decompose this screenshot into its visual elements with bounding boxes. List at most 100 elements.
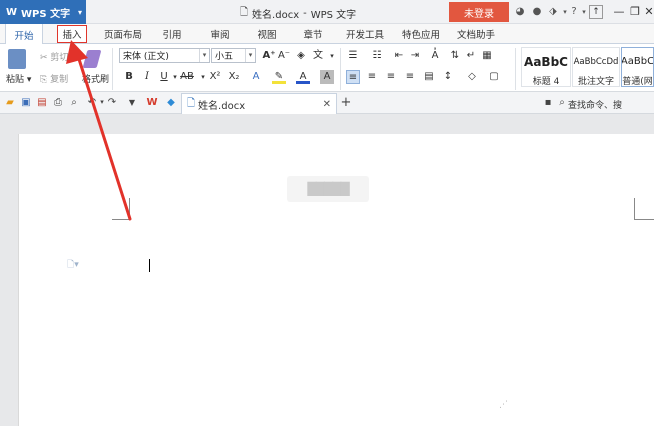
bullet-list-button[interactable]: ☰: [346, 49, 360, 63]
line-spacing-button[interactable]: ↕: [441, 70, 455, 84]
wps-home-icon[interactable]: W: [146, 96, 158, 109]
wps-logo-icon: W: [6, 6, 18, 18]
tab-page-layout[interactable]: 页面布局: [98, 24, 148, 44]
sort-button[interactable]: ⇅: [448, 49, 462, 63]
copy-button[interactable]: ⎘ 复制: [40, 72, 68, 85]
style-name: 批注文字: [577, 77, 614, 87]
decrease-indent-button[interactable]: ⇤: [392, 49, 406, 63]
bold-button[interactable]: B: [122, 70, 136, 84]
font-color-button[interactable]: A: [296, 70, 310, 84]
tab-references[interactable]: 引用: [157, 24, 187, 44]
skin-icon[interactable]: ◕: [514, 6, 526, 18]
chinese-layout-button[interactable]: A̓: [428, 49, 442, 63]
document-icon: 🗋: [240, 7, 249, 18]
distribute-button[interactable]: ▤: [422, 70, 436, 84]
tab-view[interactable]: 视图: [252, 24, 282, 44]
increase-indent-button[interactable]: ⇥: [408, 49, 422, 63]
style-heading4[interactable]: AaBbC 标题 4: [521, 47, 571, 87]
app-name: WPS 文字: [21, 8, 71, 20]
share-icon[interactable]: ⬗: [547, 6, 559, 18]
font-name-select[interactable]: 宋体 (正文) ▾: [119, 48, 210, 63]
format-painter-button[interactable]: 格式刷: [82, 72, 109, 85]
tab-insert[interactable]: 插入: [57, 25, 87, 43]
print-preview-icon[interactable]: ⌕: [68, 96, 80, 109]
strikethrough-button[interactable]: AB: [179, 70, 195, 84]
chevron-down-icon: ▾: [245, 49, 255, 62]
style-sample: AaBbCcDd: [573, 57, 619, 67]
tab-review[interactable]: 审阅: [205, 24, 235, 44]
char-shading-button[interactable]: A: [320, 70, 334, 84]
border-button[interactable]: ▢: [487, 70, 501, 84]
numbered-list-button[interactable]: ☷: [370, 49, 384, 63]
tab-home[interactable]: 开始: [5, 24, 43, 45]
window-title: 🗋 姓名.docx - WPS 文字: [240, 5, 356, 22]
tab-special-apps[interactable]: 特色应用: [396, 24, 446, 44]
app-menu-button[interactable]: W WPS 文字 ▾: [0, 0, 86, 24]
print-icon[interactable]: ⎙: [52, 96, 64, 109]
italic-button[interactable]: I: [140, 70, 154, 84]
grow-font-button[interactable]: A⁺: [262, 49, 276, 63]
style-sample: AaBbC: [524, 55, 568, 69]
close-button[interactable]: ✕: [640, 3, 654, 21]
group-divider: [112, 48, 113, 90]
tab-section[interactable]: 章节: [298, 24, 328, 44]
text-cursor: [149, 259, 150, 272]
highlight-button[interactable]: ✎: [272, 70, 286, 84]
justify-button[interactable]: ≡: [403, 70, 417, 84]
chevron-down-icon: ▾: [199, 49, 209, 62]
settings-icon[interactable]: ●: [531, 6, 543, 18]
phonetic-icon[interactable]: 文: [311, 49, 325, 63]
customize-toolbar-icon[interactable]: ▼: [126, 96, 138, 109]
shrink-font-button[interactable]: A⁻: [277, 49, 291, 63]
text-effect-button[interactable]: A: [249, 70, 263, 84]
subscript-button[interactable]: X₂: [226, 70, 242, 84]
window-title-doc: 姓名.docx: [252, 10, 300, 21]
font-name-value: 宋体 (正文): [123, 52, 169, 62]
clear-format-icon[interactable]: ◈: [294, 49, 308, 63]
pdf-export-icon[interactable]: ▤: [36, 96, 48, 109]
table-border-button[interactable]: ▦: [480, 49, 494, 63]
font-size-select[interactable]: 小五 ▾: [211, 48, 256, 63]
login-button[interactable]: 未登录: [449, 2, 509, 22]
superscript-button[interactable]: X²: [207, 70, 223, 84]
document-icon: 🗋: [187, 97, 196, 109]
restore-mini-icon[interactable]: ↑: [589, 5, 603, 19]
command-search[interactable]: 查找命令、搜: [568, 98, 622, 111]
style-sample: AaBbC: [621, 56, 654, 67]
close-icon[interactable]: ✕: [323, 99, 331, 110]
chevron-down-icon[interactable]: ▾: [325, 49, 339, 63]
tab-doc-assistant[interactable]: 文档助手: [451, 24, 501, 44]
paste-icon[interactable]: [8, 49, 26, 69]
paste-button[interactable]: 粘贴 ▾: [6, 72, 31, 85]
chevron-down-icon: ▾: [77, 7, 82, 17]
shading-button[interactable]: ◇: [465, 70, 479, 84]
tab-developer[interactable]: 开发工具: [340, 24, 390, 44]
align-center-button[interactable]: ≡: [365, 70, 379, 84]
align-right-button[interactable]: ≡: [384, 70, 398, 84]
group-divider: [340, 48, 341, 90]
window-title-separator: -: [303, 8, 307, 19]
paragraph-options-icon[interactable]: 🗋▾: [67, 257, 79, 273]
resize-handle-icon: ⋰: [499, 400, 508, 410]
message-icon[interactable]: ▪: [542, 96, 554, 109]
align-left-button[interactable]: ≡: [346, 70, 360, 84]
font-size-value: 小五: [215, 52, 234, 62]
header-text-blurred: █████: [287, 176, 369, 202]
group-divider: [515, 48, 516, 90]
cloud-doc-icon[interactable]: ◆: [165, 96, 177, 109]
document-page[interactable]: █████ 🗋▾ ⋰: [18, 134, 654, 426]
cut-button[interactable]: ✂ 剪切: [40, 50, 68, 63]
style-normal-web[interactable]: AaBbC 普通(网: [621, 47, 654, 87]
document-tab[interactable]: 🗋 姓名.docx ✕: [181, 93, 337, 114]
cut-label: 剪切: [50, 53, 69, 63]
style-comment-text[interactable]: AaBbCcDd 批注文字: [572, 47, 620, 87]
style-name: 普通(网: [622, 77, 653, 87]
redo-icon[interactable]: ↷: [106, 96, 118, 109]
window-title-app: WPS 文字: [310, 10, 357, 21]
save-icon[interactable]: ▣: [20, 96, 32, 109]
open-folder-icon[interactable]: ▰: [4, 96, 16, 109]
show-marks-button[interactable]: ↵: [464, 49, 478, 63]
search-icon[interactable]: ⌕: [556, 96, 568, 109]
new-tab-icon[interactable]: +: [340, 96, 352, 109]
margin-mark-top-right: [634, 198, 654, 220]
